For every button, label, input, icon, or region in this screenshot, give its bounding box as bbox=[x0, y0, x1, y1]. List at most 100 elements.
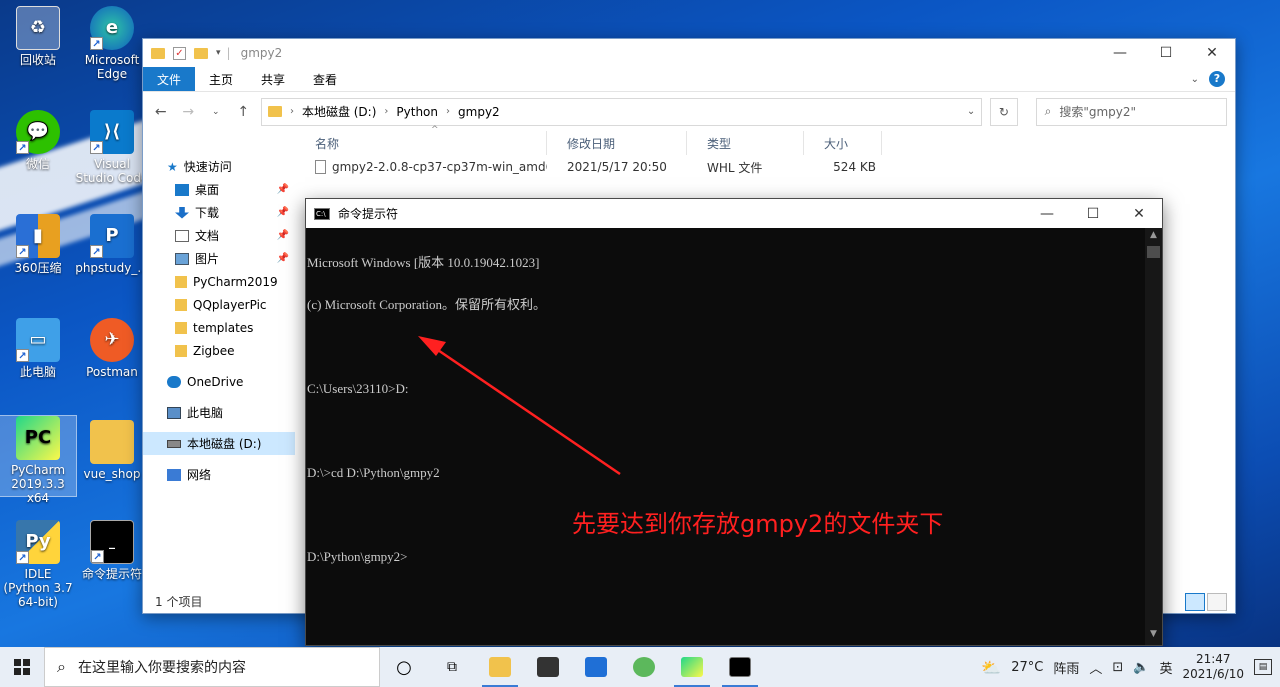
help-icon[interactable]: ? bbox=[1209, 71, 1225, 87]
new-folder-icon[interactable] bbox=[194, 47, 208, 59]
address-bar[interactable]: › 本地磁盘 (D:) › Python › gmpy2 ⌄ bbox=[260, 97, 983, 126]
large-icons-view-button[interactable] bbox=[1207, 593, 1227, 611]
breadcrumb-python[interactable]: Python bbox=[396, 105, 438, 119]
properties-icon[interactable]: ✓ bbox=[173, 46, 186, 60]
forward-button[interactable]: → bbox=[178, 104, 197, 120]
taskbar-search-input[interactable]: ⌕ 在这里输入你要搜索的内容 bbox=[44, 647, 380, 687]
nav-zigbee[interactable]: Zigbee bbox=[143, 339, 295, 362]
nav-pictures[interactable]: 图片 📌 bbox=[143, 247, 295, 270]
expand-ribbon-icon[interactable]: ⌄ bbox=[1191, 74, 1199, 85]
desktop-icon-cmd[interactable]: _ ↗ 命令提示符 bbox=[74, 520, 150, 581]
start-button[interactable] bbox=[0, 647, 44, 687]
ime-indicator[interactable]: 英 bbox=[1159, 658, 1172, 677]
computer-icon: ▭ ↗ bbox=[16, 318, 60, 362]
up-button[interactable]: ↑ bbox=[233, 104, 252, 120]
file-row[interactable]: gmpy2-2.0.8-cp37-cp37m-win_amd6... 2021/… bbox=[295, 155, 1235, 179]
item-count: 1 个项目 bbox=[155, 594, 203, 609]
close-button[interactable]: ✕ bbox=[1189, 39, 1235, 67]
file-type: WHL 文件 bbox=[707, 160, 763, 175]
refresh-button[interactable]: ↻ bbox=[990, 97, 1018, 126]
tab-file[interactable]: 文件 bbox=[143, 67, 196, 91]
shortcut-arrow-icon: ↗ bbox=[90, 141, 103, 154]
cortana-button[interactable]: ○ bbox=[380, 647, 428, 687]
app-icon bbox=[633, 657, 655, 677]
chevron-up-icon[interactable]: ︿ bbox=[1089, 658, 1102, 677]
desktop-icon-this-pc[interactable]: ▭ ↗ 此电脑 bbox=[0, 318, 76, 379]
cmd-output[interactable]: Microsoft Windows [版本 10.0.19042.1023] (… bbox=[307, 228, 1144, 645]
desktop-icon-label: 回收站 bbox=[19, 53, 56, 67]
nav-qqplayerpic[interactable]: QQplayerPic bbox=[143, 293, 295, 316]
desktop-icon-vue-shop[interactable]: vue_shop bbox=[74, 420, 150, 481]
tab-share[interactable]: 共享 bbox=[247, 67, 299, 91]
desktop-icon-360zip[interactable]: ▮ ↗ 360压缩 bbox=[0, 214, 76, 275]
column-size[interactable]: 大小 bbox=[804, 131, 882, 155]
nav-quick-access[interactable]: ★ 快速访问 bbox=[143, 155, 295, 178]
cmd-titlebar[interactable]: C:\ 命令提示符 — ☐ ✕ bbox=[306, 199, 1162, 228]
nav-templates[interactable]: templates bbox=[143, 316, 295, 339]
breadcrumb-gmpy2[interactable]: gmpy2 bbox=[458, 105, 500, 119]
column-type[interactable]: 类型 bbox=[687, 131, 804, 155]
notification-icon[interactable]: ▤ bbox=[1254, 659, 1272, 675]
scroll-thumb[interactable] bbox=[1147, 246, 1160, 258]
desktop-icon-recycle-bin[interactable]: ♻ 回收站 bbox=[0, 6, 76, 67]
taskbar-store[interactable] bbox=[524, 647, 572, 687]
nav-pycharm2019[interactable]: PyCharm2019 bbox=[143, 270, 295, 293]
tab-home[interactable]: 主页 bbox=[195, 67, 247, 91]
desktop-icon-wechat[interactable]: 💬 ↗ 微信 bbox=[0, 110, 76, 171]
weather-icon[interactable]: ⛅ bbox=[981, 658, 1001, 677]
column-modified[interactable]: 修改日期 bbox=[547, 131, 687, 155]
desktop-icon-vscode[interactable]: ⟩⟨ ↗ Visual Studio Code bbox=[74, 110, 150, 185]
taskbar-cmd[interactable] bbox=[716, 647, 764, 687]
scroll-up-icon[interactable]: ▲ bbox=[1145, 230, 1162, 244]
window-controls: — ☐ ✕ bbox=[1097, 39, 1235, 67]
weather-temp[interactable]: 27°C bbox=[1011, 660, 1043, 675]
details-view-button[interactable] bbox=[1185, 593, 1205, 611]
volume-icon[interactable]: 🔈 bbox=[1133, 660, 1149, 675]
maximize-button[interactable]: ☐ bbox=[1070, 199, 1116, 228]
cmd-line: D:\Python\gmpy2> bbox=[307, 549, 408, 564]
nav-this-pc[interactable]: 此电脑 bbox=[143, 401, 295, 424]
breadcrumb-separator-icon[interactable]: › bbox=[446, 106, 450, 117]
close-button[interactable]: ✕ bbox=[1116, 199, 1162, 228]
minimize-button[interactable]: — bbox=[1024, 199, 1070, 228]
tab-view[interactable]: 查看 bbox=[299, 67, 351, 91]
network-tray-icon[interactable]: ⊡ bbox=[1112, 660, 1123, 675]
nav-local-disk-d[interactable]: 本地磁盘 (D:) bbox=[143, 432, 295, 455]
taskbar-explorer[interactable] bbox=[476, 647, 524, 687]
breadcrumb-separator-icon[interactable]: › bbox=[290, 106, 294, 117]
chevron-down-icon[interactable]: ▾ bbox=[216, 48, 221, 58]
breadcrumb-separator-icon[interactable]: › bbox=[384, 106, 388, 117]
desktop-icon-phpstudy[interactable]: P ↗ phpstudy_... bbox=[74, 214, 150, 275]
nav-documents[interactable]: 文档 📌 bbox=[143, 224, 295, 247]
refresh-icon: ↻ bbox=[998, 104, 1009, 119]
minimize-button[interactable]: — bbox=[1097, 39, 1143, 67]
address-dropdown-icon[interactable]: ⌄ bbox=[967, 106, 975, 117]
maximize-button[interactable]: ☐ bbox=[1143, 39, 1189, 67]
nav-network[interactable]: 网络 bbox=[143, 463, 295, 486]
back-button[interactable]: ← bbox=[151, 104, 170, 120]
nav-label: templates bbox=[193, 320, 254, 335]
nav-desktop[interactable]: 桌面 📌 bbox=[143, 178, 295, 201]
taskbar-app-green[interactable] bbox=[620, 647, 668, 687]
shortcut-arrow-icon: ↗ bbox=[90, 245, 103, 258]
task-view-button[interactable]: ⧉ bbox=[428, 647, 476, 687]
weather-text[interactable]: 阵雨 bbox=[1053, 658, 1079, 677]
breadcrumb-drive[interactable]: 本地磁盘 (D:) bbox=[302, 103, 376, 120]
nav-downloads[interactable]: 下载 📌 bbox=[143, 201, 295, 224]
scroll-down-icon[interactable]: ▼ bbox=[1145, 629, 1162, 643]
window-title: gmpy2 bbox=[240, 46, 283, 60]
search-input[interactable]: ⌕ 搜索"gmpy2" bbox=[1035, 97, 1227, 126]
desktop-icon-edge[interactable]: e ↗ Microsoft Edge bbox=[74, 6, 150, 81]
desktop-icon-postman[interactable]: ✈ Postman bbox=[74, 318, 150, 379]
clock[interactable]: 21:47 2021/6/10 bbox=[1182, 652, 1244, 682]
explorer-titlebar[interactable]: ✓ ▾ | gmpy2 — ☐ ✕ bbox=[143, 39, 1235, 67]
nav-onedrive[interactable]: OneDrive bbox=[143, 370, 295, 393]
recent-locations-icon[interactable]: ⌄ bbox=[206, 107, 225, 117]
column-name[interactable]: 名称 bbox=[295, 131, 547, 155]
taskbar-mail[interactable] bbox=[572, 647, 620, 687]
annotation-text: 先要达到你存放gmpy2的文件夹下 bbox=[572, 510, 944, 538]
desktop-icon-pycharm[interactable]: PC PyCharm 2019.3.3 x64 bbox=[0, 415, 77, 505]
desktop-icon-idle[interactable]: Py ↗ IDLE (Python 3.7 64-bit) bbox=[0, 520, 76, 609]
cmd-scrollbar[interactable]: ▲ ▼ bbox=[1145, 228, 1162, 645]
taskbar-pycharm[interactable] bbox=[668, 647, 716, 687]
